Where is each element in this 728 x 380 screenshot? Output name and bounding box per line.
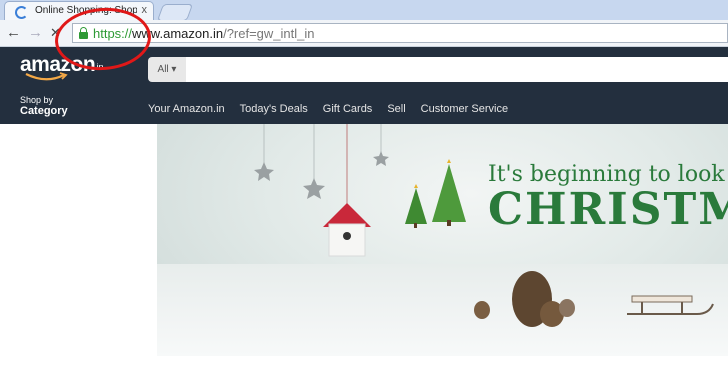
nav-link-gift-cards[interactable]: Gift Cards bbox=[323, 103, 373, 115]
url-path: /?ref=gw_intl_in bbox=[223, 26, 315, 41]
new-tab-button[interactable] bbox=[156, 4, 194, 21]
banner-title: CHRISTM bbox=[488, 184, 728, 235]
pine-cone-icon bbox=[474, 271, 575, 327]
url-host: www.amazon.in bbox=[132, 26, 224, 41]
url-scheme: https:// bbox=[93, 26, 133, 41]
loading-spinner-icon bbox=[15, 6, 28, 19]
nav-link-customer-service[interactable]: Customer Service bbox=[421, 103, 508, 115]
nav-links: Your Amazon.in Today's Deals Gift Cards … bbox=[148, 103, 508, 115]
amazon-header: amazon .in All ▾ Shop by Category Your A… bbox=[0, 47, 728, 124]
browser-tab[interactable]: Online Shopping: Shop Onl... x bbox=[4, 1, 154, 20]
christmas-banner[interactable]: It's beginning to look a l CHRISTM bbox=[157, 124, 728, 356]
banner-artwork bbox=[254, 124, 714, 327]
tab-title: Online Shopping: Shop Onl... bbox=[35, 5, 137, 16]
lock-icon bbox=[79, 27, 88, 39]
nav-link-todays-deals[interactable]: Today's Deals bbox=[240, 103, 308, 115]
sled-icon bbox=[627, 295, 714, 315]
christmas-tree-icon bbox=[405, 159, 466, 228]
back-arrow-icon[interactable]: ← bbox=[6, 24, 21, 42]
star-ornament-icon bbox=[254, 151, 389, 199]
nav-link-sell[interactable]: Sell bbox=[387, 103, 405, 115]
tab-strip: Online Shopping: Shop Onl... x bbox=[0, 0, 728, 21]
address-bar[interactable]: https://www.amazon.in/?ref=gw_intl_in bbox=[72, 23, 728, 43]
search-scope-dropdown[interactable]: All ▾ bbox=[148, 57, 186, 82]
url-text[interactable]: https://www.amazon.in/?ref=gw_intl_in bbox=[93, 26, 315, 41]
stop-icon[interactable]: ✕ bbox=[50, 24, 61, 42]
forward-arrow-icon[interactable]: → bbox=[28, 24, 43, 42]
logo-smile-icon bbox=[25, 72, 68, 81]
shop-by-category-menu[interactable]: Category bbox=[20, 105, 68, 117]
close-tab-icon[interactable]: x bbox=[142, 4, 148, 16]
logo-suffix: .in bbox=[94, 62, 104, 72]
search-input[interactable] bbox=[186, 57, 728, 82]
nav-link-your-amazon[interactable]: Your Amazon.in bbox=[148, 103, 225, 115]
birdhouse-icon bbox=[323, 203, 371, 257]
